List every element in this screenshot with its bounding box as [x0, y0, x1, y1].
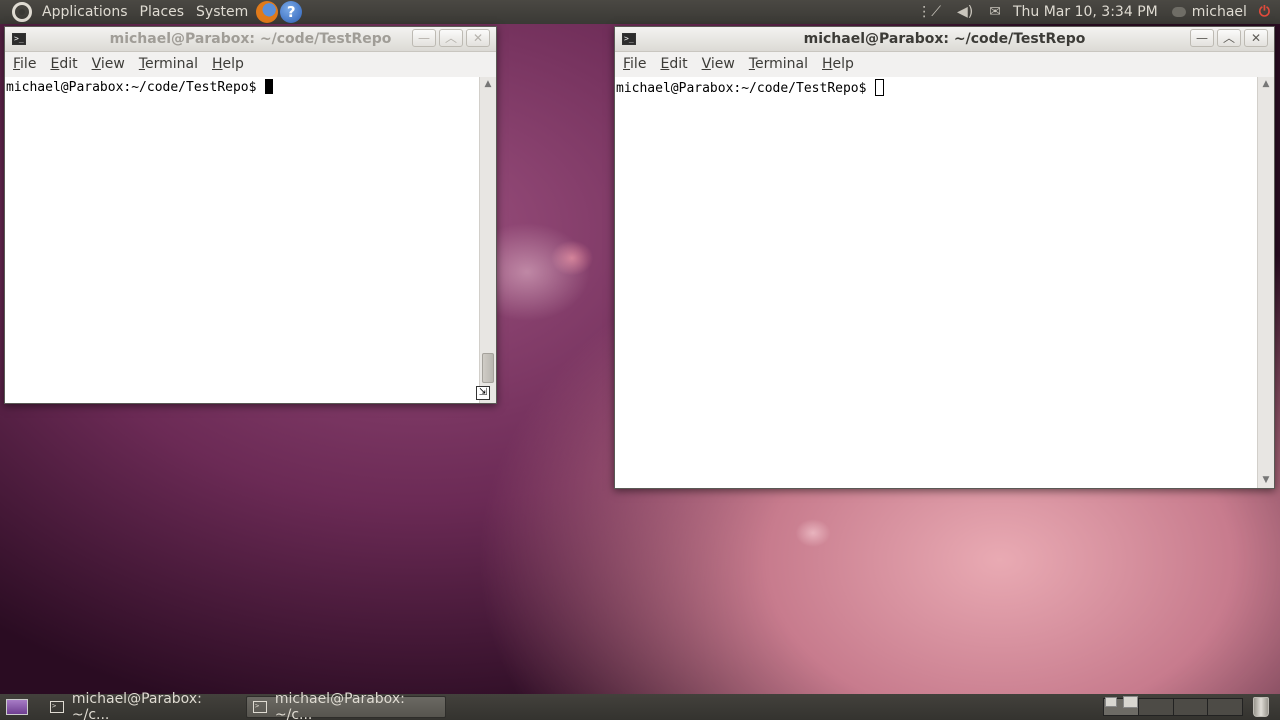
terminal-window-right[interactable]: >_ michael@Parabox: ~/code/TestRepo — ︿ … — [614, 26, 1275, 489]
close-button[interactable]: ✕ — [466, 29, 490, 47]
shell-prompt: michael@Parabox:~/code/TestRepo$ — [616, 79, 885, 97]
terminal-output[interactable]: michael@Parabox:~/code/TestRepo$ — [5, 77, 479, 403]
menu-file[interactable]: File — [6, 52, 43, 77]
taskbar-item-label: michael@Parabox: ~/c... — [274, 691, 405, 720]
scroll-thumb[interactable] — [482, 353, 494, 383]
terminal-icon: >_ — [12, 33, 26, 45]
terminal-window-left[interactable]: >_ michael@Parabox: ~/code/TestRepo — ︿ … — [4, 26, 497, 404]
window-controls: — ︿ ✕ — [409, 29, 490, 47]
menu-terminal[interactable]: Terminal — [742, 52, 815, 77]
top-panel: Applications Places System ? ⋮⟋ ◀) ✉ Thu… — [0, 0, 1280, 24]
terminal-menubar: File Edit View Terminal Help — [615, 52, 1274, 77]
trash-icon[interactable] — [1253, 697, 1269, 717]
system-menu[interactable]: System — [190, 0, 254, 24]
volume-icon[interactable]: ◀) — [957, 4, 973, 20]
menu-view[interactable]: View — [85, 52, 132, 77]
network-icon[interactable]: ⋮⟋ — [917, 4, 941, 20]
workspace-2[interactable] — [1138, 699, 1174, 715]
top-panel-tray: ⋮⟋ ◀) ✉ Thu Mar 10, 3:34 PM michael ⏻ — [909, 0, 1280, 24]
terminal-output[interactable]: michael@Parabox:~/code/TestRepo$ — [615, 77, 1257, 488]
prompt-text: michael@Parabox:~/code/TestRepo$ — [6, 80, 265, 95]
scroll-up-arrow-icon[interactable]: ▲ — [1258, 77, 1274, 91]
taskbar-item[interactable]: > michael@Parabox: ~/c... — [44, 691, 242, 720]
terminal-icon: >_ — [622, 33, 636, 45]
scroll-up-arrow-icon[interactable]: ▲ — [480, 77, 496, 91]
mail-icon[interactable]: ✉ — [989, 4, 1001, 20]
terminal-menubar: File Edit View Terminal Help — [5, 52, 496, 77]
ubuntu-logo-icon[interactable] — [12, 2, 32, 22]
maximize-button[interactable]: ︿ — [439, 29, 463, 47]
text-cursor — [875, 79, 885, 96]
show-desktop-icon[interactable] — [6, 699, 28, 715]
main-menu: Applications Places System — [36, 0, 254, 24]
window-titlebar[interactable]: >_ michael@Parabox: ~/code/TestRepo — ︿ … — [5, 27, 496, 52]
firefox-icon[interactable] — [256, 1, 279, 23]
help-icon[interactable]: ? — [280, 1, 303, 23]
menu-terminal[interactable]: Terminal — [132, 52, 205, 77]
menu-file[interactable]: File — [616, 52, 653, 77]
terminal-icon: > — [50, 701, 64, 713]
workspace-4[interactable] — [1208, 699, 1242, 715]
user-name: michael — [1191, 4, 1247, 20]
taskbar-item-active[interactable]: > michael@Parabox: ~/c... — [246, 691, 446, 720]
workspace-window-thumb — [1105, 697, 1117, 707]
bottom-panel: > michael@Parabox: ~/c... > michael@Para… — [0, 691, 1280, 720]
menu-edit[interactable]: Edit — [653, 52, 694, 77]
menu-view[interactable]: View — [695, 52, 742, 77]
menu-help[interactable]: Help — [205, 52, 251, 77]
text-cursor — [265, 79, 274, 94]
window-title: michael@Parabox: ~/code/TestRepo — [803, 31, 1086, 47]
clock[interactable]: Thu Mar 10, 3:34 PM — [1013, 4, 1158, 20]
terminal-icon: > — [253, 701, 267, 713]
terminal-scrollbar[interactable]: ▲ — [479, 77, 496, 403]
shell-prompt: michael@Parabox:~/code/TestRepo$ — [6, 79, 274, 96]
workspace-window-thumb — [1123, 696, 1138, 708]
window-controls: — ︿ ✕ — [1187, 29, 1268, 47]
close-button[interactable]: ✕ — [1244, 29, 1268, 47]
places-menu[interactable]: Places — [134, 0, 191, 24]
minimize-button[interactable]: — — [1190, 29, 1214, 47]
power-icon[interactable]: ⏻ — [1259, 4, 1270, 20]
user-menu[interactable]: michael — [1171, 4, 1247, 20]
applications-menu[interactable]: Applications — [36, 0, 134, 24]
taskbar-item-label: michael@Parabox: ~/c... — [71, 691, 202, 720]
workspace-3[interactable] — [1173, 699, 1209, 715]
chat-status-icon — [1171, 7, 1186, 17]
menu-help[interactable]: Help — [815, 52, 861, 77]
scroll-down-arrow-icon[interactable]: ▼ — [1258, 473, 1274, 487]
terminal-scrollbar[interactable]: ▲ ▼ — [1257, 77, 1274, 488]
maximize-button[interactable]: ︿ — [1217, 29, 1241, 47]
minimize-button[interactable]: — — [412, 29, 436, 47]
prompt-text: michael@Parabox:~/code/TestRepo$ — [616, 81, 875, 96]
menu-edit[interactable]: Edit — [43, 52, 84, 77]
window-titlebar[interactable]: >_ michael@Parabox: ~/code/TestRepo — ︿ … — [615, 27, 1274, 52]
resize-grip-icon[interactable]: ⇲ — [476, 386, 490, 400]
